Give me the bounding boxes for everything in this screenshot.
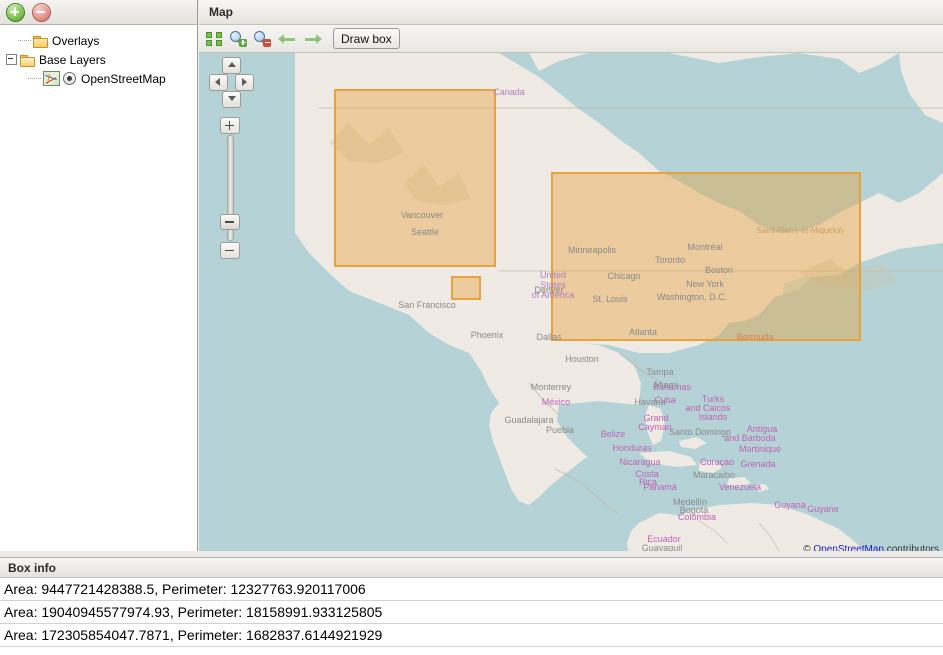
map-city-label: Miami: [654, 380, 678, 390]
map-country-label: Martinique: [739, 444, 781, 454]
pan-left-button[interactable]: [209, 74, 228, 91]
map-country-label: Belize: [601, 429, 626, 439]
tree-item-label: Overlays: [52, 34, 99, 48]
map-country-label: Panamá: [643, 482, 677, 492]
application-window: Overlays Base Layers OpenStreetMap Map: [0, 0, 943, 655]
zoom-control: [220, 117, 242, 257]
map-country-label: and Barbuda: [724, 433, 776, 443]
map-country-label: United: [540, 270, 566, 280]
box-info-row[interactable]: Area: 19040945577974.93, Perimeter: 1815…: [0, 601, 943, 624]
map-city-label: Seattle: [411, 227, 439, 237]
zoom-out-button[interactable]: [220, 242, 240, 259]
map-viewport[interactable]: CanadaUnitedStatesof AmericaMéxicoBelize…: [199, 53, 943, 557]
layer-toolbar: [0, 0, 197, 25]
map-city-label: Phoenix: [471, 330, 504, 340]
map-country-label: Islands: [699, 412, 728, 422]
pan-up-button[interactable]: [222, 57, 241, 74]
map-country-label: Guyane: [807, 504, 839, 514]
map-country-label: Guyana: [774, 500, 806, 510]
map-toolbar: Draw box: [199, 25, 943, 53]
map-city-label: Puebla: [546, 425, 574, 435]
map-city-label: Monterrey: [531, 382, 572, 392]
arrow-right-icon[interactable]: [303, 30, 323, 48]
map-city-label: Vancouver: [401, 210, 443, 220]
map-city-label: Houston: [565, 354, 599, 364]
map-label-layer: CanadaUnitedStatesof AmericaMéxicoBelize…: [199, 53, 943, 557]
box-info-panel: Box info Area: 9447721428388.5, Perimete…: [0, 557, 943, 655]
layer-icon: [43, 71, 60, 86]
zoom-out-icon[interactable]: [253, 30, 271, 48]
folder-icon: [33, 35, 48, 47]
map-country-label: Saint-Pierre-et-Miquelon: [757, 226, 844, 235]
map-country-label: Curaçao: [700, 457, 734, 467]
pan-control: [209, 57, 253, 107]
map-country-label: Maracaibo: [693, 470, 735, 480]
map-city-label: Guadalajara: [504, 415, 553, 425]
map-city-label: Dallas: [536, 332, 562, 342]
map-country-label: Nicaragua: [619, 457, 660, 467]
map-country-label: Venezuela: [719, 482, 761, 492]
tree-connector: [28, 78, 41, 80]
map-city-label: Atlanta: [629, 327, 657, 337]
map-city-label: Boston: [705, 265, 733, 275]
map-country-label: Canada: [493, 87, 525, 97]
tree-item-base-layers[interactable]: Base Layers: [0, 50, 197, 69]
map-city-label: Montréal: [687, 242, 722, 252]
tree-item-overlays[interactable]: Overlays: [0, 31, 197, 50]
box-info-title: Box info: [0, 558, 943, 578]
tree-connector: [18, 40, 31, 42]
box-info-row[interactable]: Area: 9447721428388.5, Perimeter: 123277…: [0, 578, 943, 601]
tree-item-label: OpenStreetMap: [81, 72, 166, 86]
layer-tree-panel: Overlays Base Layers OpenStreetMap: [0, 0, 198, 557]
map-country-label: Colombia: [678, 512, 716, 522]
collapse-icon[interactable]: [6, 54, 17, 65]
map-city-label: Tampa: [646, 367, 673, 377]
zoom-in-button[interactable]: [220, 117, 240, 134]
map-city-label: Toronto: [655, 255, 685, 265]
map-country-label: México: [542, 397, 571, 407]
pan-right-button[interactable]: [235, 74, 254, 91]
zoom-in-icon[interactable]: [229, 30, 247, 48]
arrow-left-icon[interactable]: [277, 30, 297, 48]
add-layer-icon[interactable]: [6, 3, 25, 22]
map-city-label: Denver: [534, 285, 563, 295]
zoom-to-extent-icon[interactable]: [205, 30, 223, 48]
map-city-label: Washington, D.C.: [657, 292, 727, 302]
remove-layer-icon[interactable]: [32, 3, 51, 22]
box-info-list[interactable]: Area: 9447721428388.5, Perimeter: 123277…: [0, 578, 943, 647]
map-country-label: Honduras: [612, 443, 652, 453]
map-country-label: Bermuda: [737, 332, 774, 342]
zoom-slider-thumb[interactable]: [220, 214, 240, 230]
folder-open-icon: [20, 54, 35, 66]
tree-item-openstreetmap[interactable]: OpenStreetMap: [0, 69, 197, 88]
tree-item-label: Base Layers: [39, 53, 106, 67]
map-city-label: St. Louis: [592, 294, 628, 304]
draw-box-button[interactable]: Draw box: [333, 28, 400, 49]
map-city-label: Minneapolis: [568, 245, 617, 255]
layer-tree: Overlays Base Layers OpenStreetMap: [0, 25, 197, 88]
map-city-label: New York: [686, 279, 725, 289]
map-country-label: Grenada: [740, 459, 775, 469]
map-country-label: Cayman: [638, 422, 672, 432]
map-country-label: Santo Domingo: [669, 427, 731, 437]
box-info-row[interactable]: Area: 172305854047.7871, Perimeter: 1682…: [0, 624, 943, 647]
pan-down-button[interactable]: [222, 91, 241, 108]
map-panel-title: Map: [199, 0, 943, 25]
map-panel: Map Draw box: [199, 0, 943, 557]
map-city-label: Havana: [634, 397, 665, 407]
map-city-label: Chicago: [607, 271, 640, 281]
map-city-label: San Francisco: [398, 300, 456, 310]
layer-radio-button[interactable]: [63, 72, 76, 85]
